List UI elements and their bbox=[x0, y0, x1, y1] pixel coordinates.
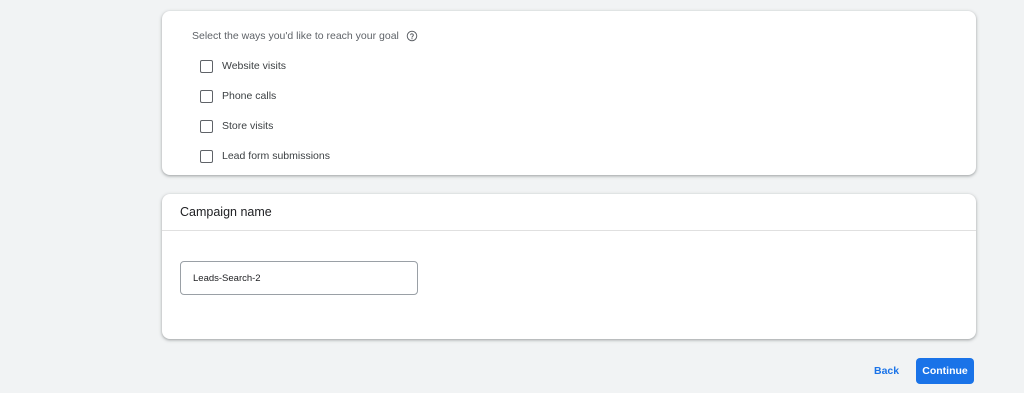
campaign-name-header: Campaign name bbox=[162, 194, 976, 231]
option-label: Store visits bbox=[222, 120, 274, 132]
campaign-name-card: Campaign name bbox=[162, 194, 976, 339]
goal-options-list: Website visits Phone calls Store visits … bbox=[200, 51, 330, 171]
help-circle-icon[interactable] bbox=[406, 30, 418, 42]
campaign-name-input[interactable] bbox=[180, 261, 418, 295]
back-button[interactable]: Back bbox=[866, 358, 907, 384]
option-store-visits[interactable]: Store visits bbox=[200, 111, 330, 141]
option-label: Lead form submissions bbox=[222, 150, 330, 162]
option-website-visits[interactable]: Website visits bbox=[200, 51, 330, 81]
option-label: Phone calls bbox=[222, 90, 277, 102]
option-phone-calls[interactable]: Phone calls bbox=[200, 81, 330, 111]
option-lead-form-submissions[interactable]: Lead form submissions bbox=[200, 141, 330, 171]
phone-calls-checkbox[interactable] bbox=[200, 89, 213, 103]
goal-prompt-text: Select the ways you'd like to reach your… bbox=[192, 30, 399, 42]
goal-prompt: Select the ways you'd like to reach your… bbox=[192, 30, 418, 42]
lead-form-submissions-checkbox[interactable] bbox=[200, 149, 213, 163]
website-visits-checkbox[interactable] bbox=[200, 59, 213, 73]
campaign-name-title: Campaign name bbox=[180, 205, 272, 219]
option-label: Website visits bbox=[222, 60, 286, 72]
store-visits-checkbox[interactable] bbox=[200, 119, 213, 133]
page: Select the ways you'd like to reach your… bbox=[0, 0, 1024, 393]
goal-options-card: Select the ways you'd like to reach your… bbox=[162, 11, 976, 175]
continue-button[interactable]: Continue bbox=[916, 358, 974, 384]
